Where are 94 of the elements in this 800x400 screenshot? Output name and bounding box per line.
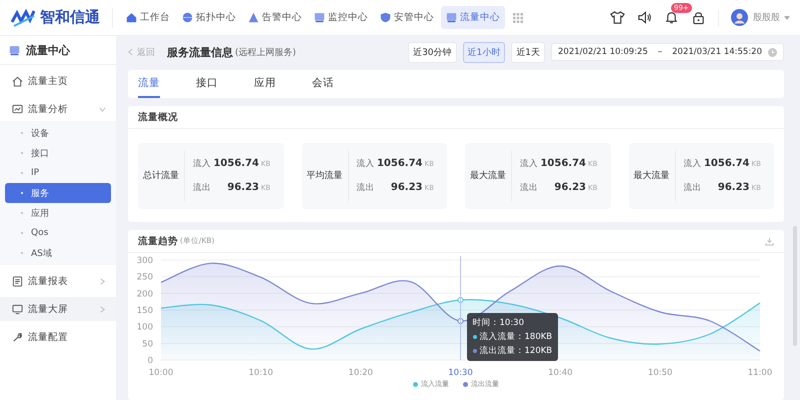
tooltip-line: 流入流量：180KB [472,331,552,343]
nav-tab[interactable]: 告警中心 [243,6,307,29]
inflow-label: 流入 [684,158,702,170]
chevron-left-icon [128,48,133,56]
sidebar-subitem[interactable]: IP [5,163,111,183]
outflow-value: 96.23 [390,182,422,193]
x-axis-label: 10:30 [448,368,473,378]
outflow-label: 流出 [520,182,539,194]
chevron-icon [99,278,106,284]
x-axis-label: 10:00 [148,368,174,378]
tab[interactable]: 应用 [254,70,276,98]
monitor-icon [9,44,20,56]
nav-tab[interactable]: 拓扑中心 [177,6,241,29]
x-axis-label: 10:20 [348,368,373,378]
x-axis-label: 11:00 [748,368,772,378]
chevron-icon [99,306,106,312]
tab[interactable]: 流量 [138,70,160,98]
sidebar-item[interactable]: 流量大屏 [0,297,116,321]
tooltip-line: 流出流量：120KB [472,345,552,357]
y-axis-label: 150 [136,306,153,316]
tooltip-time: 时间：10:30 [472,317,525,329]
shield-icon [380,12,391,23]
tab[interactable]: 会话 [312,70,334,98]
page-subtitle: (远程上网服务) [235,46,296,58]
inflow-label: 流入 [356,158,376,170]
sidebar-title: 流量中心 [26,42,70,58]
nav-tab[interactable]: 流量中心 [441,6,505,29]
inflow-label: 流入 [193,158,212,170]
stat-label: 平均流量 [302,151,348,201]
card-title: 流量趋势 [138,234,178,248]
inflow-value: 1056.74 [704,158,750,169]
stat-label: 最大流量 [628,151,676,201]
user-name[interactable]: 殷殷殷 [753,11,780,24]
bell-icon[interactable] [664,10,679,25]
inflow-value: 1056.74 [540,158,586,169]
y-axis-label: 200 [136,289,153,300]
sidebar-item[interactable]: 流量配置 [0,325,116,349]
chevron-icon [99,106,106,112]
shirt-icon[interactable] [610,10,625,25]
tab[interactable]: 接口 [196,70,218,98]
outflow-label: 流出 [684,182,702,194]
x-axis-label: 10:40 [548,368,573,378]
globe-icon [182,12,193,23]
chart-icon [12,104,23,114]
sidebar-item[interactable]: 流量主页 [0,69,116,93]
monitor-icon [446,12,457,23]
outflow-label: 流出 [356,182,376,194]
sidebar-subitem[interactable]: 应用 [5,203,111,223]
sidebar-item[interactable]: 流量分析 [0,97,116,121]
stat-label: 总计流量 [138,151,185,201]
lock-icon[interactable] [691,10,706,25]
clock-icon [768,48,777,56]
sidebar-item[interactable]: 流量报表 [0,269,116,293]
y-axis-label: 300 [136,256,153,266]
time-range-button[interactable]: 近30分钟 [408,42,457,62]
outflow-value: 96.23 [553,182,586,193]
x-axis-label: 10:50 [648,368,672,378]
report-icon [12,276,23,286]
sidebar-subitem[interactable]: 接口 [5,143,111,163]
speaker-icon[interactable] [637,10,652,25]
x-axis-label: 10:10 [248,368,274,378]
caret-icon[interactable] [784,16,790,20]
house-icon [12,76,23,86]
sidebar-subitem[interactable]: AS域 [5,243,111,263]
outflow-value: 96.23 [716,182,750,193]
logo-icon [10,8,36,28]
time-range-button[interactable]: 近1小时 [462,42,506,62]
brand-name: 智和信通 [40,8,100,27]
y-axis-label: 250 [136,272,153,283]
house-icon [126,12,137,23]
wrench-icon [12,332,23,342]
sidebar-subitem[interactable]: Qos [5,223,111,243]
nav-tab[interactable]: 监控中心 [309,6,373,29]
card-title: 流量概况 [138,110,178,124]
inflow-value: 1056.74 [213,158,259,169]
sidebar-subitem[interactable]: 设备 [5,123,111,143]
inflow-label: 流入 [520,158,539,170]
date-range-field[interactable]: 2021/02/21 10:09:25 – 2021/03/21 14:55:20 [551,43,784,61]
time-range-button[interactable]: 近1天 [511,42,545,62]
page-title: 服务流量信息 [167,44,233,60]
y-axis-label: 50 [142,339,153,350]
y-axis-label: 0 [148,356,153,366]
screen-icon [12,304,23,314]
nav-tab[interactable]: 工作台 [121,6,175,29]
monitor-icon [314,12,325,23]
inflow-value: 1056.74 [376,158,422,169]
outflow-label: 流出 [193,182,212,194]
nav-tab[interactable]: 安管中心 [375,6,439,29]
sidebar-subitem[interactable]: 服务 [5,183,111,203]
triangle-icon [248,12,259,23]
y-axis-label: 100 [136,322,153,333]
outflow-value: 96.23 [226,182,259,193]
stat-label: 最大流量 [465,151,512,201]
avatar-icon[interactable] [731,9,748,26]
